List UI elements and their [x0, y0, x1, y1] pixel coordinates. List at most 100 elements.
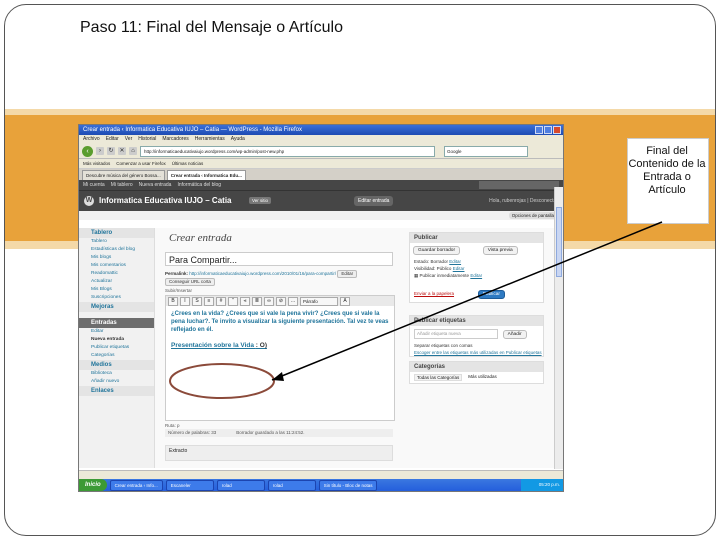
- scrollbar-thumb[interactable]: [556, 207, 562, 277]
- adminbar-new-post[interactable]: Nueva entrada: [139, 180, 172, 190]
- more-icon[interactable]: …: [288, 297, 298, 306]
- window-controls: [535, 126, 561, 134]
- maximize-icon[interactable]: [544, 126, 552, 134]
- sidebar-section-links[interactable]: Enlaces: [79, 386, 154, 396]
- publish-box: Publicar Guardar borrador Vista previa E…: [409, 232, 544, 303]
- trash-link[interactable]: Enviar a la papelera: [410, 291, 454, 296]
- publish-button[interactable]: Publicar: [477, 290, 506, 299]
- taskbar-item[interactable]: Sin título - Bloc de notas: [318, 479, 378, 491]
- unlink-icon[interactable]: ⊘: [276, 297, 286, 306]
- sidebar-item[interactable]: Publicar etiquetas: [79, 344, 154, 352]
- menu-tools[interactable]: Herramientas: [195, 135, 225, 144]
- link-icon[interactable]: ∞: [264, 297, 274, 306]
- bookmark-getting-started[interactable]: Comenzar a usar Firefox: [116, 159, 166, 168]
- visibility-edit-link[interactable]: Editar: [453, 266, 465, 271]
- permalink-label: Permalink:: [165, 271, 189, 276]
- tab-all-categories[interactable]: Todas las Categorías: [414, 374, 463, 381]
- schedule-edit-link[interactable]: Editar: [470, 273, 482, 278]
- sidebar-item[interactable]: Mis Blogs: [79, 286, 154, 294]
- sidebar-section-dashboard[interactable]: Tablero: [79, 228, 154, 238]
- save-draft-button[interactable]: Guardar borrador: [413, 246, 461, 255]
- tab-most-used[interactable]: Más utilizadas: [468, 374, 497, 381]
- taskbar-item[interactable]: Escaneler: [165, 479, 214, 491]
- upload-insert-label[interactable]: Subir/Insertar: [165, 288, 404, 293]
- search-input[interactable]: Google: [444, 145, 528, 157]
- sidebar-item[interactable]: Mis blogs: [79, 254, 154, 262]
- back-icon[interactable]: ‹: [82, 145, 93, 157]
- status-row: Estado: Borrador Editar: [410, 258, 543, 265]
- close-icon[interactable]: [553, 126, 561, 134]
- bookmark-latest-headlines[interactable]: Últimas noticias: [172, 159, 204, 168]
- permalink-edit-button[interactable]: Editar: [337, 270, 358, 278]
- editor-presentation-link[interactable]: Presentación sobre la Vida : O): [166, 338, 394, 349]
- screen-options-button[interactable]: Opciones de pantalla: [508, 212, 557, 219]
- page-scrollbar[interactable]: [554, 187, 563, 469]
- shortlink-button[interactable]: Conseguir URL corta: [165, 278, 215, 286]
- add-tag-button[interactable]: Añadir: [502, 330, 527, 339]
- sidebar-item[interactable]: Actualizar: [79, 278, 154, 286]
- sidebar-item-new-post[interactable]: Nueva entrada: [79, 336, 154, 344]
- menu-file[interactable]: Archivo: [83, 135, 100, 144]
- home-icon[interactable]: ⌂: [129, 147, 137, 155]
- taskbar-item[interactable]: rolad: [216, 479, 265, 491]
- sidebar-item[interactable]: Tablero: [79, 238, 154, 246]
- sidebar-item[interactable]: Editar: [79, 328, 154, 336]
- menu-view[interactable]: Ver: [125, 135, 133, 144]
- reload-icon[interactable]: ↻: [107, 147, 115, 155]
- adminbar-my-account[interactable]: Mi cuenta: [83, 180, 105, 190]
- taskbar-item[interactable]: rolad: [267, 479, 316, 491]
- post-title-input[interactable]: Para Compartir...: [165, 252, 393, 266]
- status-edit-link[interactable]: Editar: [449, 259, 461, 264]
- align-center-icon[interactable]: ≣: [252, 297, 262, 306]
- sidebar-item[interactable]: Estadísticas del blog: [79, 246, 154, 254]
- site-title[interactable]: Informatica Educativa IUJO – Catia: [99, 196, 232, 205]
- stop-icon[interactable]: ✕: [118, 147, 126, 155]
- bullet-list-icon[interactable]: ≡: [204, 297, 214, 306]
- sidebar-item[interactable]: Biblioteca: [79, 370, 154, 378]
- category-tabs: Todas las Categorías Más utilizadas: [410, 372, 543, 383]
- tab-crear-entrada[interactable]: Crear entrada ‹ Informatica Edu...: [166, 170, 246, 180]
- adminbar-search[interactable]: [479, 181, 559, 189]
- url-bar[interactable]: http://informaticaeducativaiujo.wordpres…: [140, 145, 435, 157]
- adminbar-blog-info[interactable]: Informática del blog: [177, 180, 221, 190]
- tab-strip: Descubre música del género Bossa... Crea…: [79, 169, 563, 180]
- align-left-icon[interactable]: ⫷: [240, 297, 250, 306]
- presentation-link-text[interactable]: Presentación sobre la Vida: [171, 342, 254, 349]
- sidebar-item[interactable]: Readomattic: [79, 270, 154, 278]
- blockquote-icon[interactable]: “: [228, 297, 238, 306]
- sidebar-item[interactable]: Mis comentarios: [79, 262, 154, 270]
- excerpt-box[interactable]: Extracto: [165, 445, 393, 461]
- visit-site-button[interactable]: Ver sitio: [249, 197, 272, 204]
- sidebar-item[interactable]: Categorías: [79, 352, 154, 360]
- start-button[interactable]: Inicio: [79, 479, 107, 491]
- sidebar-item[interactable]: Suscripciones: [79, 294, 154, 302]
- taskbar-item[interactable]: Crear entrada ‹ Info...: [109, 479, 163, 491]
- tag-input[interactable]: Añadir etiqueta nueva: [414, 329, 498, 339]
- forward-icon[interactable]: ›: [96, 147, 104, 155]
- sidebar-item[interactable]: Añadir nuevo: [79, 378, 154, 386]
- text-color-icon[interactable]: A: [340, 297, 350, 306]
- sidebar-section-upgrades[interactable]: Mejoras: [79, 302, 154, 312]
- permalink-url[interactable]: http://informaticaeducativaiujo.wordpres…: [189, 271, 336, 276]
- preview-button[interactable]: Vista previa: [482, 246, 518, 255]
- post-editor[interactable]: B I S ≡ # “ ⫷ ≣ ∞ ⊘ … Párrafo A ¿Crees e…: [165, 295, 395, 421]
- italic-icon[interactable]: I: [180, 297, 190, 306]
- choose-tags-link[interactable]: Escoger entre las etiquetas más utilizad…: [414, 350, 542, 355]
- user-greeting[interactable]: Hola, rubenrojas | Desconectar: [489, 198, 558, 204]
- format-select[interactable]: Párrafo: [300, 297, 338, 306]
- tab-bossa[interactable]: Descubre música del género Bossa...: [82, 170, 165, 180]
- minimize-icon[interactable]: [535, 126, 543, 134]
- bookmark-most-visited[interactable]: Más visitados: [83, 159, 110, 168]
- sidebar-section-media[interactable]: Medios: [79, 360, 154, 370]
- menu-bookmarks[interactable]: Marcadores: [162, 135, 188, 144]
- adminbar-dashboard[interactable]: Mi tablero: [111, 180, 133, 190]
- sidebar-section-posts[interactable]: Entradas: [79, 318, 154, 328]
- bold-icon[interactable]: B: [168, 297, 178, 306]
- tags-box: Publicar etiquetas Añadir etiqueta nueva…: [409, 315, 544, 357]
- edit-post-dropdown[interactable]: Editar entrada: [354, 196, 394, 206]
- menu-edit[interactable]: Editar: [106, 135, 119, 144]
- numbered-list-icon[interactable]: #: [216, 297, 226, 306]
- menu-history[interactable]: Historial: [138, 135, 156, 144]
- menu-help[interactable]: Ayuda: [231, 135, 245, 144]
- strikethrough-icon[interactable]: S: [192, 297, 202, 306]
